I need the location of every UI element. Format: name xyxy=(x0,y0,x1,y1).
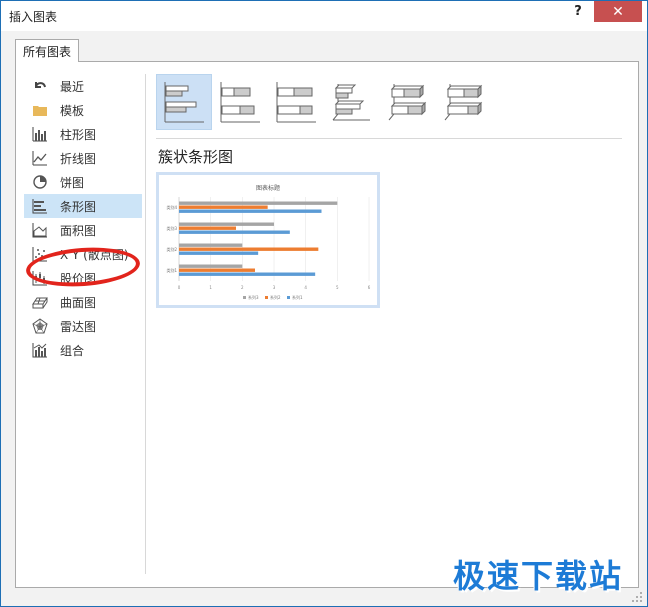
surface-chart-icon xyxy=(32,294,48,310)
folder-icon xyxy=(32,102,48,118)
dialog-body: 所有图表 最近 模板 柱形图 折线图 饼图 条形图 面积图 X Y (散点图) … xyxy=(1,31,647,606)
sidebar-item-bar[interactable]: 条形图 xyxy=(24,194,142,218)
bar-系列1 xyxy=(179,272,316,276)
sidebar-item-label: 最近 xyxy=(60,79,85,94)
stock-chart-icon xyxy=(32,270,48,286)
x-tick-label: 5 xyxy=(336,285,339,290)
legend-swatch xyxy=(265,296,268,299)
area-chart-icon xyxy=(32,222,48,238)
sidebar-item-pie[interactable]: 饼图 xyxy=(24,170,142,194)
x-tick-label: 1 xyxy=(209,285,212,290)
x-tick-label: 0 xyxy=(178,285,181,290)
undo-arrow-icon xyxy=(32,78,48,94)
sidebar-item-stock[interactable]: 股价图 xyxy=(24,266,142,290)
3d-stacked-bar-icon[interactable] xyxy=(380,74,436,130)
sidebar-item-label: 折线图 xyxy=(60,151,97,166)
x-tick-label: 4 xyxy=(304,285,307,290)
percent-stacked-bar-icon[interactable] xyxy=(268,74,324,130)
sidebar-item-label: 饼图 xyxy=(60,175,85,190)
bar-系列1 xyxy=(179,209,322,213)
sidebar-item-label: 柱形图 xyxy=(60,127,97,142)
sidebar-item-label: 条形图 xyxy=(60,199,97,214)
3d-percent-stacked-bar-icon[interactable] xyxy=(436,74,492,130)
3d-clustered-bar-icon[interactable] xyxy=(324,74,380,130)
bar-系列3 xyxy=(179,201,338,205)
line-chart-icon xyxy=(32,150,48,166)
bar-系列1 xyxy=(179,230,290,234)
sidebar-item-combo[interactable]: 组合 xyxy=(24,338,142,362)
sidebar-item-recent[interactable]: 最近 xyxy=(24,74,142,98)
sidebar-item-label: 组合 xyxy=(60,343,85,358)
y-category-label: 类别4 xyxy=(166,204,177,210)
bar-系列2 xyxy=(179,205,268,209)
sidebar-item-radar[interactable]: 雷达图 xyxy=(24,314,142,338)
legend-label: 系列3 xyxy=(248,294,259,300)
legend-swatch xyxy=(243,296,246,299)
close-button[interactable]: ✕ xyxy=(594,1,642,22)
bar-系列2 xyxy=(179,247,319,251)
sidebar-item-surface[interactable]: 曲面图 xyxy=(24,290,142,314)
sidebar-item-line[interactable]: 折线图 xyxy=(24,146,142,170)
sidebar-item-label: 模板 xyxy=(60,103,85,118)
bar-系列2 xyxy=(179,226,236,230)
sidebar-item-templates[interactable]: 模板 xyxy=(24,98,142,122)
scatter-chart-icon xyxy=(32,246,48,262)
legend-label: 系列1 xyxy=(292,294,303,300)
chart-title: 图表标题 xyxy=(256,184,280,192)
bar-chart-icon xyxy=(32,198,48,214)
help-button[interactable]: ? xyxy=(565,1,591,22)
bar-系列2 xyxy=(179,268,255,272)
legend-swatch xyxy=(287,296,290,299)
chart-panel: 最近 模板 柱形图 折线图 饼图 条形图 面积图 X Y (散点图) 股价图 曲… xyxy=(15,61,639,588)
insert-chart-dialog: 插入图表 ? ✕ 所有图表 最近 模板 柱形图 折线图 饼图 条形图 面积图 X… xyxy=(0,0,648,607)
x-tick-label: 3 xyxy=(273,285,276,290)
chart-subtype-title: 簇状条形图 xyxy=(158,148,234,166)
clustered-bar-icon[interactable] xyxy=(156,74,212,130)
dialog-title: 插入图表 xyxy=(9,10,58,24)
y-category-label: 类别3 xyxy=(166,225,177,231)
x-tick-label: 2 xyxy=(241,285,244,290)
chart-preview[interactable]: 图表标题 0 1 2 3 4 5 6 类别1 类别2 类别3 类别4 系列3 系列2 系列1 xyxy=(156,172,380,308)
bar-系列3 xyxy=(179,264,243,268)
sidebar-item-column[interactable]: 柱形图 xyxy=(24,122,142,146)
chart-preview-svg: 图表标题 0 1 2 3 4 5 6 类别1 类别2 类别3 类别4 系列3 系列2 系列1 xyxy=(166,184,371,300)
column-chart-icon xyxy=(32,126,48,142)
sidebar-item-label: 股价图 xyxy=(60,271,97,286)
subtype-separator xyxy=(156,138,622,139)
chart-type-sidebar: 最近 模板 柱形图 折线图 饼图 条形图 面积图 X Y (散点图) 股价图 曲… xyxy=(24,74,142,362)
sidebar-divider xyxy=(145,74,146,574)
sidebar-item-scatter[interactable]: X Y (散点图) xyxy=(24,242,142,266)
bar-系列1 xyxy=(179,251,259,255)
sidebar-item-label: 曲面图 xyxy=(60,295,97,310)
bar-系列3 xyxy=(179,222,274,226)
resize-grip-icon[interactable] xyxy=(631,591,643,603)
sidebar-item-area[interactable]: 面积图 xyxy=(24,218,142,242)
title-bar[interactable]: 插入图表 ? ✕ xyxy=(1,1,647,31)
tab-all-charts[interactable]: 所有图表 xyxy=(15,39,79,62)
x-tick-label: 6 xyxy=(368,285,371,290)
watermark-logo: 极速下载站 xyxy=(453,557,624,595)
legend-label: 系列2 xyxy=(270,294,281,300)
radar-chart-icon xyxy=(32,318,48,334)
y-category-label: 类别2 xyxy=(166,246,177,252)
pie-chart-icon xyxy=(32,174,48,190)
stacked-bar-icon[interactable] xyxy=(212,74,268,130)
y-category-label: 类别1 xyxy=(166,267,177,273)
sidebar-item-label: 雷达图 xyxy=(60,319,97,334)
combo-chart-icon xyxy=(32,342,48,358)
sidebar-item-label: X Y (散点图) xyxy=(60,247,129,262)
chart-subtype-gallery xyxy=(156,74,492,132)
sidebar-item-label: 面积图 xyxy=(60,223,97,238)
bar-系列3 xyxy=(179,243,243,247)
